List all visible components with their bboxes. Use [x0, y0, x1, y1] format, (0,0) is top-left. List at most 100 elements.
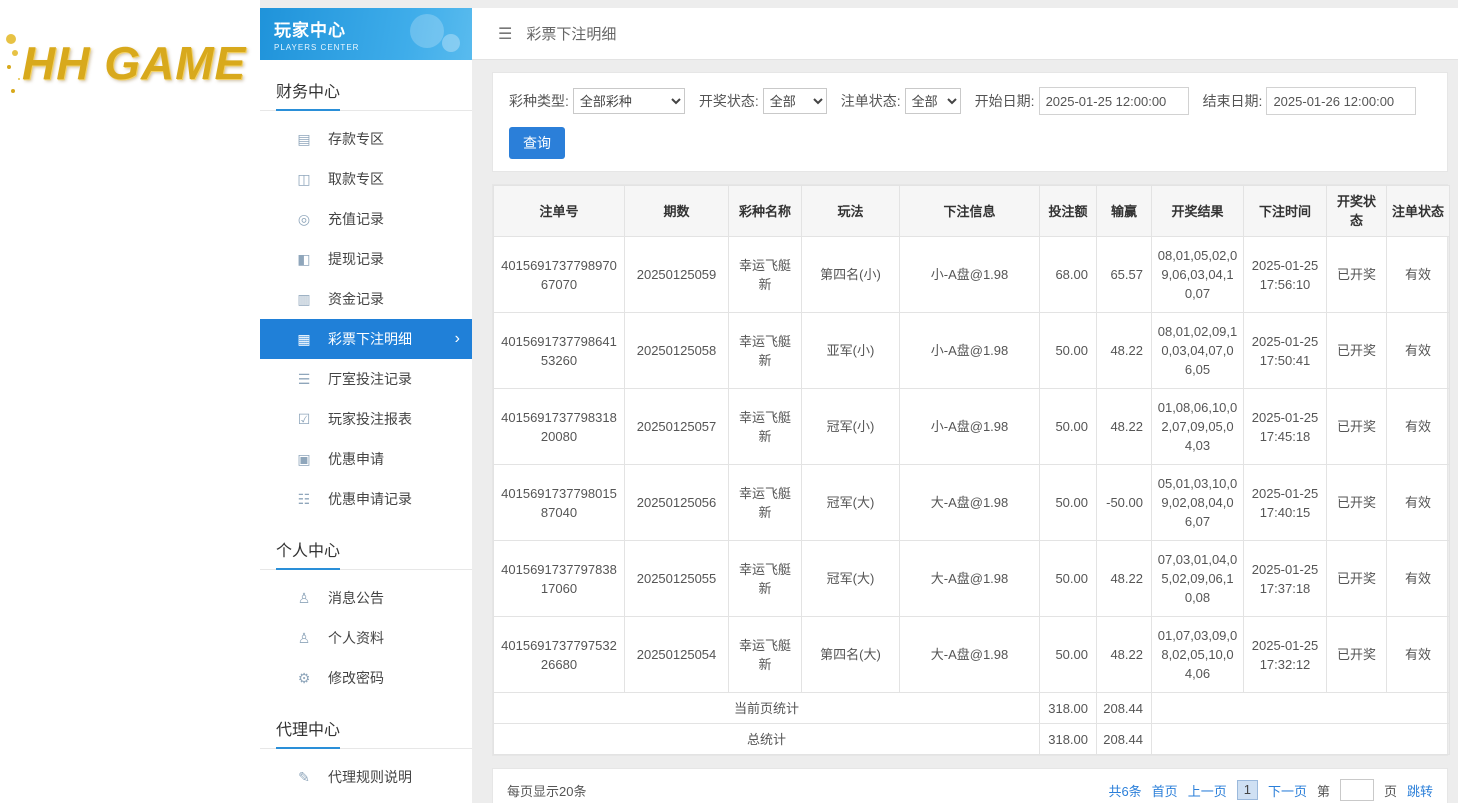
announcement-icon: ♙	[294, 590, 314, 607]
cell-order-no: 401569173779753226680	[494, 617, 625, 693]
withdraw-money-icon: ◫	[294, 171, 314, 188]
cell-draw-result: 01,07,03,09,08,02,05,10,04,06	[1152, 617, 1244, 693]
promo-apply-icon: ▣	[294, 451, 314, 468]
sidebar-item-profile[interactable]: ♙ 个人资料 ›	[260, 618, 472, 658]
cell-order-status: 有效	[1387, 313, 1450, 389]
chevron-right-icon: ›	[455, 330, 460, 348]
sidebar-item-label: 提现记录	[328, 249, 384, 269]
cell-bet-time: 2025-01-25 17:56:10	[1244, 237, 1327, 313]
column-header: 彩种名称	[729, 186, 802, 237]
sidebar-item-deposit[interactable]: ▤ 存款专区 ›	[260, 119, 472, 159]
cell-bet-info: 大-A盘@1.98	[900, 617, 1040, 693]
cell-draw-result: 05,01,03,10,09,02,08,04,06,07	[1152, 465, 1244, 541]
sidebar-item-withdraw[interactable]: ◫ 取款专区 ›	[260, 159, 472, 199]
page-prefix-label: 第	[1317, 781, 1330, 800]
table-row: 401569173779864153260 20250125058 幸运飞艇新 …	[494, 313, 1450, 389]
cell-play-type: 冠军(大)	[802, 465, 900, 541]
cell-bet-amount: 50.00	[1040, 389, 1097, 465]
cell-lottery-name: 幸运飞艇新	[729, 541, 802, 617]
order-status-select[interactable]: 全部	[905, 88, 961, 114]
cell-bet-amount: 50.00	[1040, 313, 1097, 389]
withdrawal-record-icon: ◧	[294, 251, 314, 268]
current-page[interactable]: 1	[1237, 780, 1258, 800]
page-summary-amount: 318.00	[1040, 693, 1097, 724]
sidebar-item-recharge-record[interactable]: ◎ 充值记录 ›	[260, 199, 472, 239]
cell-period: 20250125056	[625, 465, 729, 541]
sidebar-item-label: 消息公告	[328, 588, 384, 608]
cell-bet-info: 大-A盘@1.98	[900, 541, 1040, 617]
cell-bet-amount: 50.00	[1040, 617, 1097, 693]
end-date-label: 结束日期:	[1203, 91, 1263, 111]
cell-win-loss: 48.22	[1097, 313, 1152, 389]
sidebar-item-agent-rules[interactable]: ✎ 代理规则说明 ›	[260, 757, 472, 797]
column-header: 开奖结果	[1152, 186, 1244, 237]
column-header: 注单状态	[1387, 186, 1450, 237]
cell-bet-info: 大-A盘@1.98	[900, 465, 1040, 541]
sidebar-item-funds-record[interactable]: ▥ 资金记录 ›	[260, 279, 472, 319]
sidebar-item-promo-apply-record[interactable]: ☷ 优惠申请记录 ›	[260, 479, 472, 519]
change-password-icon: ⚙	[294, 670, 314, 687]
sidebar-section-title: 代理中心	[260, 708, 472, 749]
decor-circle-icon	[442, 34, 460, 52]
cell-lottery-name: 幸运飞艇新	[729, 389, 802, 465]
cell-win-loss: 65.57	[1097, 237, 1152, 313]
end-date-input[interactable]	[1266, 87, 1416, 115]
cell-draw-status: 已开奖	[1327, 237, 1387, 313]
sidebar-item-label: 充值记录	[328, 209, 384, 229]
cell-order-status: 有效	[1387, 617, 1450, 693]
next-page-link[interactable]: 下一页	[1268, 781, 1307, 800]
agent-rules-icon: ✎	[294, 769, 314, 786]
sidebar-item-agent-team-stats[interactable]: ▨ 代理团队统计 ›	[260, 797, 472, 803]
table-row: 401569173779801587040 20250125056 幸运飞艇新 …	[494, 465, 1450, 541]
cell-draw-result: 01,08,06,10,02,07,09,05,04,03	[1152, 389, 1244, 465]
bet-detail-table-panel: 注单号期数彩种名称玩法下注信息投注额输赢开奖结果下注时间开奖状态注单状态 401…	[492, 184, 1448, 756]
sidebar-item-label: 个人资料	[328, 628, 384, 648]
cell-play-type: 第四名(小)	[802, 237, 900, 313]
sidebar-item-label: 资金记录	[328, 289, 384, 309]
cell-draw-status: 已开奖	[1327, 541, 1387, 617]
table-header-row: 注单号期数彩种名称玩法下注信息投注额输赢开奖结果下注时间开奖状态注单状态	[494, 186, 1450, 237]
sidebar-item-hall-bet-record[interactable]: ☰ 厅室投注记录 ›	[260, 359, 472, 399]
sidebar-item-player-bet-report[interactable]: ☑ 玩家投注报表 ›	[260, 399, 472, 439]
cell-play-type: 亚军(小)	[802, 313, 900, 389]
query-button[interactable]: 查询	[509, 127, 565, 159]
topbar: ☰ 彩票下注明细	[472, 8, 1458, 60]
sidebar-item-label: 玩家投注报表	[328, 409, 412, 429]
draw-status-select[interactable]: 全部	[763, 88, 827, 114]
jump-link[interactable]: 跳转	[1407, 781, 1433, 800]
column-header: 下注时间	[1244, 186, 1327, 237]
total-count: 共6条	[1108, 781, 1141, 800]
sidebar-item-label: 修改密码	[328, 668, 384, 688]
sidebar-item-announcements[interactable]: ♙ 消息公告 ›	[260, 578, 472, 618]
cell-win-loss: -50.00	[1097, 465, 1152, 541]
sidebar-item-promo-apply[interactable]: ▣ 优惠申请 ›	[260, 439, 472, 479]
cell-play-type: 冠军(小)	[802, 389, 900, 465]
cell-draw-result: 07,03,01,04,05,02,09,06,10,08	[1152, 541, 1244, 617]
first-page-link[interactable]: 首页	[1152, 781, 1178, 800]
profile-icon: ♙	[294, 630, 314, 647]
sidebar-item-withdrawal-record[interactable]: ◧ 提现记录 ›	[260, 239, 472, 279]
cell-order-status: 有效	[1387, 389, 1450, 465]
lottery-type-select[interactable]: 全部彩种	[573, 88, 685, 114]
prev-page-link[interactable]: 上一页	[1188, 781, 1227, 800]
sidebar: 玩家中心 PLAYERS CENTER 财务中心 ▤ 存款专区 › ◫ 取款专区…	[260, 8, 472, 803]
cell-period: 20250125057	[625, 389, 729, 465]
page-jump-input[interactable]	[1340, 779, 1374, 801]
menu-toggle-icon[interactable]: ☰	[498, 24, 512, 44]
filter-actions: 查询	[509, 127, 1431, 159]
sidebar-item-lottery-bet-detail[interactable]: ▦ 彩票下注明细 ›	[260, 319, 472, 359]
cell-bet-time: 2025-01-25 17:37:18	[1244, 541, 1327, 617]
start-date-input[interactable]	[1039, 87, 1189, 115]
cell-draw-result: 08,01,02,09,10,03,04,07,06,05	[1152, 313, 1244, 389]
sidebar-menu: 财务中心 ▤ 存款专区 › ◫ 取款专区 › ◎ 充值记录 › ◧ 提现记录 ›…	[260, 70, 472, 803]
draw-status-label: 开奖状态:	[699, 91, 759, 111]
total-summary-empty	[1152, 724, 1450, 755]
brand-logo: HH GAME	[22, 36, 246, 90]
cell-order-no: 401569173779864153260	[494, 313, 625, 389]
recharge-record-icon: ◎	[294, 211, 314, 228]
main-area: ☰ 彩票下注明细 彩种类型: 全部彩种 开奖状态: 全部 注单状态: 全部 开始…	[472, 8, 1458, 803]
sidebar-item-label: 存款专区	[328, 129, 384, 149]
funds-record-icon: ▥	[294, 291, 314, 308]
sidebar-item-change-password[interactable]: ⚙ 修改密码 ›	[260, 658, 472, 698]
cell-win-loss: 48.22	[1097, 389, 1152, 465]
